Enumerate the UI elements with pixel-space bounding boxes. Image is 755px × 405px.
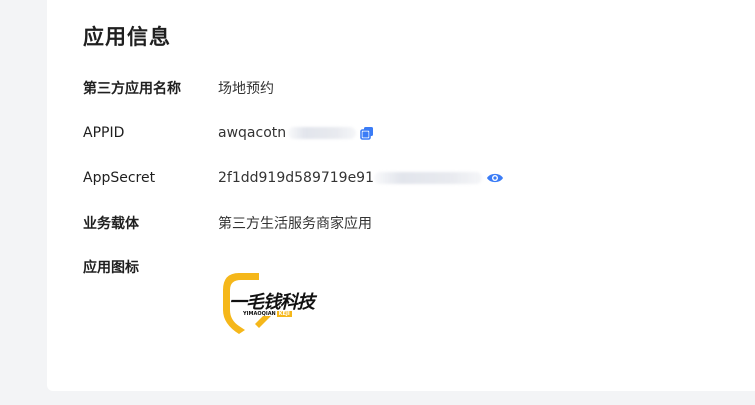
field-label-carrier: 业务载体: [83, 216, 139, 232]
field-label-app-icon: 应用图标: [83, 260, 139, 276]
app-secret-masked-part: [374, 172, 482, 184]
field-value-carrier: 第三方生活服务商家应用: [218, 216, 372, 232]
field-row-carrier: 业务载体 第三方生活服务商家应用: [83, 213, 372, 233]
field-label-app-secret: AppSecret: [83, 170, 156, 186]
field-value-app-secret: 2f1dd919d589719e91: [218, 170, 504, 186]
field-label-app-name: 第三方应用名称: [83, 81, 181, 97]
app-secret-visible-text: 2f1dd919d589719e91: [218, 170, 374, 186]
appid-visible-text: awqacotn: [218, 125, 287, 141]
copy-icon[interactable]: [360, 126, 374, 140]
logo-subtext: YIMAOQIAN KEJI: [243, 311, 292, 317]
field-row-appid: APPID awqacotn: [83, 123, 374, 143]
logo-subtext-main: YIMAOQIAN: [243, 311, 276, 317]
logo-subtext-tag: KEJI: [276, 311, 292, 317]
field-row-app-name: 第三方应用名称 场地预约: [83, 78, 274, 98]
eye-icon[interactable]: [486, 171, 504, 185]
field-label-appid: APPID: [83, 125, 125, 141]
field-row-app-icon: 应用图标: [83, 257, 218, 277]
field-value-appid: awqacotn: [218, 125, 374, 141]
app-info-card: 应用信息 第三方应用名称 场地预约 APPID awqacotn AppSecr…: [47, 0, 755, 391]
app-logo: 一毛钱科技 YIMAOQIAN KEJI: [219, 270, 315, 336]
field-value-app-name: 场地预约: [218, 81, 274, 97]
section-title: 应用信息: [83, 25, 171, 49]
field-row-app-secret: AppSecret 2f1dd919d589719e91: [83, 168, 504, 188]
appid-masked-part: [288, 127, 357, 139]
